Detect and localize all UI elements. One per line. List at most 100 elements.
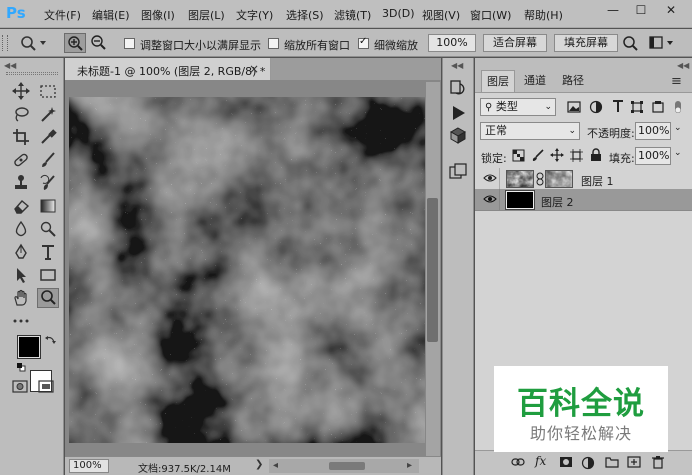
horizontal-scrollbar[interactable]: ◂ ▸ xyxy=(269,459,419,473)
close-tab-icon[interactable]: × xyxy=(249,62,259,76)
fx-button[interactable]: fx xyxy=(535,454,546,468)
menu-window[interactable]: 窗口(W) xyxy=(470,7,511,23)
filter-adjustment-button[interactable] xyxy=(589,100,603,117)
horizontal-scroll-thumb[interactable] xyxy=(329,462,365,470)
marquee-tool[interactable] xyxy=(37,82,59,102)
zoom-tool[interactable] xyxy=(37,288,59,308)
visibility-eye-icon[interactable] xyxy=(483,172,497,187)
search-button[interactable] xyxy=(620,34,640,52)
workspace-switcher[interactable] xyxy=(648,34,676,52)
move-tool[interactable] xyxy=(10,82,32,102)
toolbox-grip[interactable] xyxy=(6,72,58,75)
layer-row[interactable]: 图层 1 xyxy=(475,168,692,190)
brush-tool[interactable] xyxy=(37,151,59,171)
toolbox-collapse-icon[interactable]: ◀◀ xyxy=(4,61,16,70)
menu-3d[interactable]: 3D(D) xyxy=(382,7,415,20)
fit-screen-button[interactable]: 适合屏幕 xyxy=(483,34,547,52)
tab-layers[interactable]: 图层 xyxy=(481,70,515,92)
menu-select[interactable]: 选择(S) xyxy=(286,7,324,23)
menu-view[interactable]: 视图(V) xyxy=(422,7,460,23)
minimize-button[interactable]: — xyxy=(602,2,624,18)
screen-mode-button[interactable] xyxy=(38,380,54,397)
lock-pixels-button[interactable] xyxy=(531,149,544,165)
grip-handle[interactable] xyxy=(2,35,8,51)
filter-pixel-button[interactable] xyxy=(567,100,581,117)
menu-image[interactable]: 图像(I) xyxy=(141,7,175,23)
history-panel-button[interactable] xyxy=(448,78,468,99)
eraser-tool[interactable] xyxy=(10,197,32,217)
document-tab[interactable]: 未标题-1 @ 100% (图层 2, RGB/8) * × xyxy=(65,58,271,80)
layer-link-icon[interactable] xyxy=(536,172,544,189)
opacity-field[interactable]: 100% xyxy=(635,122,671,140)
status-menu-arrow-icon[interactable]: ❯ xyxy=(255,459,263,470)
delete-layer-button[interactable] xyxy=(651,455,665,472)
filter-toggle-switch[interactable] xyxy=(672,100,684,114)
tab-channels[interactable]: 通道 xyxy=(517,70,553,92)
hand-tool[interactable] xyxy=(10,289,32,309)
tool-preset-picker[interactable] xyxy=(16,33,50,53)
lock-position-button[interactable] xyxy=(550,148,564,165)
eyedropper-tool[interactable] xyxy=(37,128,59,148)
fill-screen-button[interactable]: 填充屏幕 xyxy=(554,34,618,52)
lock-transparent-button[interactable] xyxy=(512,149,525,165)
panel-menu-icon[interactable]: ≡ xyxy=(671,74,682,89)
foreground-color-swatch[interactable] xyxy=(17,335,41,359)
menu-file[interactable]: 文件(F) xyxy=(44,7,81,23)
menu-filter[interactable]: 滤镜(T) xyxy=(334,7,371,23)
maximize-button[interactable]: ☐ xyxy=(630,2,652,18)
lock-all-button[interactable] xyxy=(590,148,602,165)
properties-panel-button[interactable] xyxy=(448,162,468,185)
fill-field[interactable]: 100% xyxy=(635,147,671,165)
panel-collapse-icon[interactable]: ◀◀ xyxy=(677,61,689,70)
dodge-tool[interactable] xyxy=(37,220,59,240)
blur-tool[interactable] xyxy=(10,220,32,240)
default-colors-button[interactable] xyxy=(16,362,26,375)
strip-expand-icon[interactable]: ◀◀ xyxy=(451,61,463,70)
quick-mask-button[interactable] xyxy=(12,380,28,397)
healing-brush-tool[interactable] xyxy=(10,151,32,171)
scroll-left-icon[interactable]: ◂ xyxy=(273,460,278,471)
zoom-in-button[interactable] xyxy=(64,33,86,53)
menu-edit[interactable]: 编辑(E) xyxy=(92,7,130,23)
fill-dropdown-icon[interactable]: ⌄ xyxy=(674,148,682,158)
add-mask-button[interactable] xyxy=(559,456,573,471)
zoom-all-checkbox[interactable] xyxy=(268,38,279,49)
zoom-value-field[interactable]: 100% xyxy=(428,34,476,52)
vertical-scroll-thumb[interactable] xyxy=(427,198,438,342)
menu-type[interactable]: 文字(Y) xyxy=(236,7,273,23)
3d-panel-button[interactable] xyxy=(448,126,468,147)
zoom-out-button[interactable] xyxy=(88,33,110,53)
pen-tool[interactable] xyxy=(10,243,32,263)
resize-windows-checkbox[interactable] xyxy=(124,38,135,49)
type-tool[interactable] xyxy=(37,243,59,263)
swap-colors-button[interactable] xyxy=(44,334,56,349)
layer-kind-filter[interactable]: ⚲ 类型 ⌄ xyxy=(480,98,556,116)
new-group-button[interactable] xyxy=(605,456,619,471)
visibility-eye-icon[interactable] xyxy=(483,193,497,208)
scroll-right-icon[interactable]: ▸ xyxy=(407,460,412,471)
link-layers-button[interactable] xyxy=(511,456,525,471)
gradient-tool[interactable] xyxy=(37,197,59,217)
history-brush-tool[interactable] xyxy=(37,174,59,194)
status-zoom-field[interactable]: 100% xyxy=(69,459,109,473)
lasso-tool[interactable] xyxy=(10,105,32,125)
opacity-dropdown-icon[interactable]: ⌄ xyxy=(674,123,682,133)
tab-paths[interactable]: 路径 xyxy=(555,70,591,92)
menu-help[interactable]: 帮助(H) xyxy=(524,7,563,23)
more-tools-button[interactable] xyxy=(10,310,32,330)
close-window-button[interactable]: ✕ xyxy=(660,2,682,18)
filter-type-button[interactable] xyxy=(611,99,625,117)
filter-shape-button[interactable] xyxy=(630,100,644,117)
layer-row-selected[interactable]: 图层 2 xyxy=(475,189,692,211)
blend-mode-select[interactable]: 正常 ⌄ xyxy=(480,122,580,140)
path-select-tool[interactable] xyxy=(10,266,32,286)
filter-smart-object-button[interactable] xyxy=(651,100,665,117)
actions-panel-button[interactable] xyxy=(449,104,467,125)
image-canvas[interactable] xyxy=(69,97,425,443)
lock-artboard-button[interactable] xyxy=(570,149,583,165)
adjustment-layer-button[interactable] xyxy=(581,456,595,473)
clone-stamp-tool[interactable] xyxy=(10,174,32,194)
crop-tool[interactable] xyxy=(10,128,32,148)
quick-select-tool[interactable] xyxy=(37,105,59,125)
shape-tool[interactable] xyxy=(37,266,59,286)
